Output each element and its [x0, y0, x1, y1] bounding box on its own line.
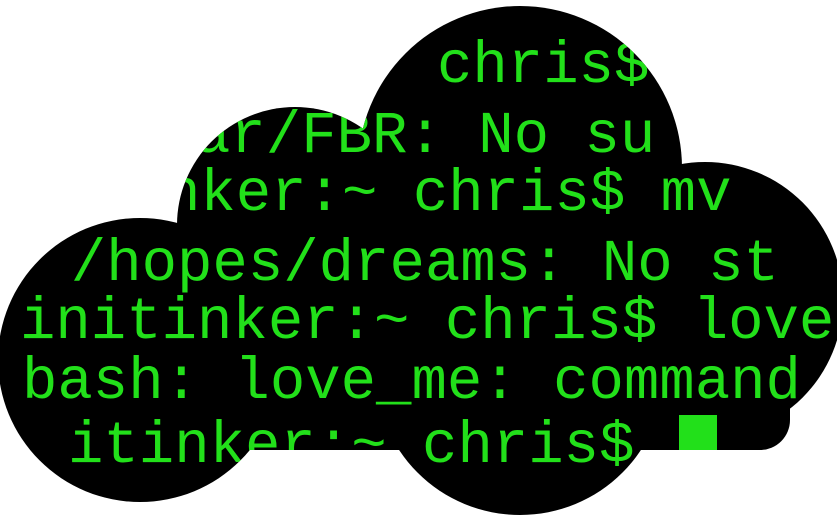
terminal-line: ar/FBR: No su	[195, 103, 655, 170]
cloud-terminal-illustration: chris$ ar/FBR: No su nker:~ chris$ mv . …	[0, 6, 837, 515]
terminal-line: itinker:~ chris$	[68, 413, 635, 480]
terminal-line: nker:~ chris$ mv	[165, 161, 732, 228]
cursor-block	[679, 415, 717, 457]
terminal-line: initinker:~ chris$ love	[20, 289, 834, 356]
terminal-line: . /hopes/dreams: No st	[0, 231, 779, 298]
terminal-line: bash: love_me: command	[22, 349, 801, 416]
terminal-line: chris$	[437, 33, 649, 100]
